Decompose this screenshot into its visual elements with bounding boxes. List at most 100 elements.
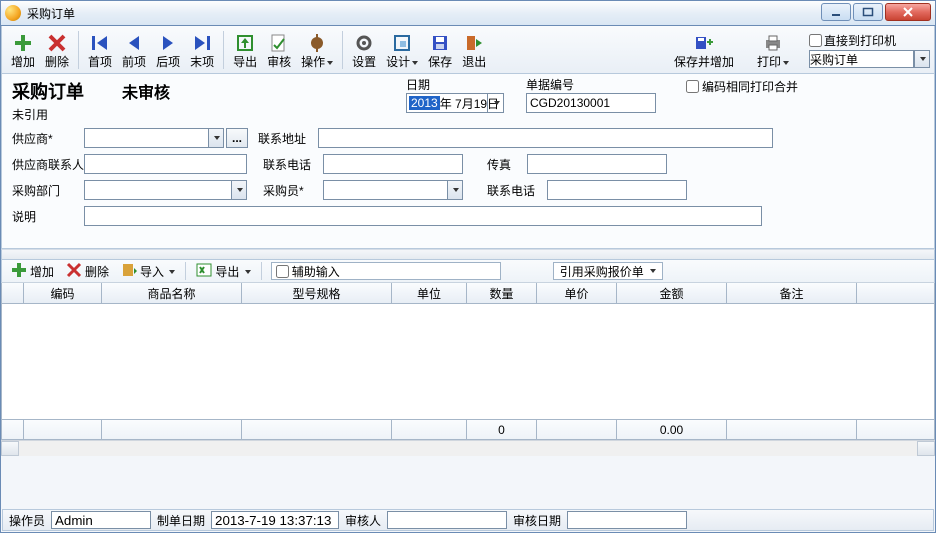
col-unit[interactable]: 单位 <box>392 283 467 303</box>
dept-combo[interactable] <box>84 180 247 200</box>
grid-header: 编码 商品名称 型号规格 单位 数量 单价 金额 备注 <box>2 283 934 304</box>
tel-input[interactable] <box>323 154 463 174</box>
toolbar-first-label: 首项 <box>88 54 112 70</box>
contact-input[interactable] <box>84 154 247 174</box>
merge-print-checkbox[interactable]: 编码相同打印合并 <box>686 78 798 95</box>
toolbar-next[interactable]: 后项 <box>151 27 185 73</box>
dept-dropdown[interactable] <box>231 180 247 200</box>
toolbar-exit[interactable]: 退出 <box>457 27 491 73</box>
created-field[interactable] <box>211 511 339 529</box>
first-icon <box>90 32 110 54</box>
audit-date-field[interactable] <box>567 511 687 529</box>
toolbar-print-label: 打印 <box>757 54 789 70</box>
merge-print-label: 编码相同打印合并 <box>702 78 798 95</box>
grid-import-button[interactable]: 导入 <box>116 260 180 283</box>
col-spacer <box>857 283 934 303</box>
toolbar-delete-label: 删除 <box>45 54 69 70</box>
col-name[interactable]: 商品名称 <box>102 283 242 303</box>
close-button[interactable] <box>885 3 931 21</box>
desc-label: 说明 <box>12 208 84 225</box>
grid-h-scrollbar[interactable] <box>1 440 935 456</box>
print-icon <box>763 32 783 54</box>
supplier-lookup-button[interactable]: ... <box>226 128 248 148</box>
plus-icon <box>13 32 33 54</box>
fax-label: 传真 <box>487 156 527 173</box>
minimize-button[interactable] <box>821 3 851 21</box>
supplier-input[interactable] <box>84 128 208 148</box>
aux-input-check[interactable] <box>276 265 289 278</box>
toolbar-save-label: 保存 <box>428 54 452 70</box>
quote-reference-label: 引用采购报价单 <box>560 263 644 280</box>
col-price[interactable]: 单价 <box>537 283 617 303</box>
toolbar-delete[interactable]: 删除 <box>40 27 74 73</box>
toolbar-print[interactable]: 打印 <box>752 29 794 71</box>
tel2-input[interactable] <box>547 180 687 200</box>
operator-field[interactable] <box>51 511 151 529</box>
grid-delete-button[interactable]: 删除 <box>61 260 114 283</box>
col-remark[interactable]: 备注 <box>727 283 857 303</box>
export-icon <box>235 32 255 54</box>
toolbar-save[interactable]: 保存 <box>423 27 457 73</box>
app-icon <box>5 5 21 21</box>
docno-value: CGD20130001 <box>530 96 610 110</box>
print-template-select[interactable] <box>809 50 914 68</box>
next-icon <box>158 32 178 54</box>
form-area: 供应商* ... 联系地址 供应商联系人 联系电话 传真 采购部门 采购员* 联… <box>1 120 935 249</box>
save-icon <box>430 32 450 54</box>
col-qty[interactable]: 数量 <box>467 283 537 303</box>
splitter[interactable] <box>1 249 935 259</box>
supplier-combo[interactable] <box>84 128 224 148</box>
last-icon <box>192 32 212 54</box>
grid-add-button[interactable]: 增加 <box>6 260 59 283</box>
aux-input-checkbox[interactable]: 辅助输入 <box>271 262 501 280</box>
document-title: 采购订单 <box>12 78 84 104</box>
grid-export-button[interactable]: 导出 <box>191 260 255 283</box>
date-dropdown-icon[interactable] <box>487 94 503 112</box>
col-code[interactable]: 编码 <box>24 283 102 303</box>
audit-date-label: 审核日期 <box>513 512 561 529</box>
aux-input-label: 辅助输入 <box>292 263 340 280</box>
design-icon <box>392 32 412 54</box>
toolbar-export[interactable]: 导出 <box>228 27 262 73</box>
toolbar-last-label: 末项 <box>190 54 214 70</box>
maximize-button[interactable] <box>853 3 883 21</box>
print-template-dropdown[interactable] <box>914 50 930 68</box>
toolbar-save-and-add[interactable]: 保存并增加 <box>669 29 739 71</box>
docno-input[interactable]: CGD20130001 <box>526 93 656 113</box>
date-year: 2013 <box>409 96 440 110</box>
date-label: 日期 <box>406 76 522 93</box>
fax-input[interactable] <box>527 154 667 174</box>
desc-input[interactable] <box>84 206 762 226</box>
toolbar-audit[interactable]: 审核 <box>262 27 296 73</box>
buyer-input[interactable] <box>323 180 447 200</box>
supplier-dropdown[interactable] <box>208 128 224 148</box>
toolbar-design[interactable]: 设计 <box>381 27 423 73</box>
col-amount[interactable]: 金额 <box>617 283 727 303</box>
grid-import-label: 导入 <box>140 263 175 280</box>
ops-icon <box>307 32 327 54</box>
address-input[interactable] <box>318 128 773 148</box>
toolbar-audit-label: 审核 <box>267 54 291 70</box>
direct-printer-checkbox[interactable]: 直接到打印机 <box>809 32 930 49</box>
toolbar-last[interactable]: 末项 <box>185 27 219 73</box>
buyer-dropdown[interactable] <box>447 180 463 200</box>
tel-label: 联系电话 <box>263 156 323 173</box>
buyer-combo[interactable] <box>323 180 463 200</box>
grid-export-label: 导出 <box>215 263 250 280</box>
row-selector-header[interactable] <box>2 283 24 303</box>
merge-print-input[interactable] <box>686 80 699 93</box>
dept-input[interactable] <box>84 180 231 200</box>
toolbar-next-label: 后项 <box>156 54 180 70</box>
quote-reference-button[interactable]: 引用采购报价单 <box>553 262 663 280</box>
col-spec[interactable]: 型号规格 <box>242 283 392 303</box>
toolbar-settings[interactable]: 设置 <box>347 27 381 73</box>
toolbar-ops[interactable]: 操作 <box>296 27 338 73</box>
toolbar-first[interactable]: 首项 <box>83 27 117 73</box>
toolbar-add[interactable]: 增加 <box>6 27 40 73</box>
grid-body[interactable] <box>2 304 934 419</box>
toolbar-prev[interactable]: 前项 <box>117 27 151 73</box>
auditor-label: 审核人 <box>345 512 381 529</box>
auditor-field[interactable] <box>387 511 507 529</box>
direct-printer-input[interactable] <box>809 34 822 47</box>
date-input[interactable]: 2013 年 7月19日 <box>406 93 504 113</box>
